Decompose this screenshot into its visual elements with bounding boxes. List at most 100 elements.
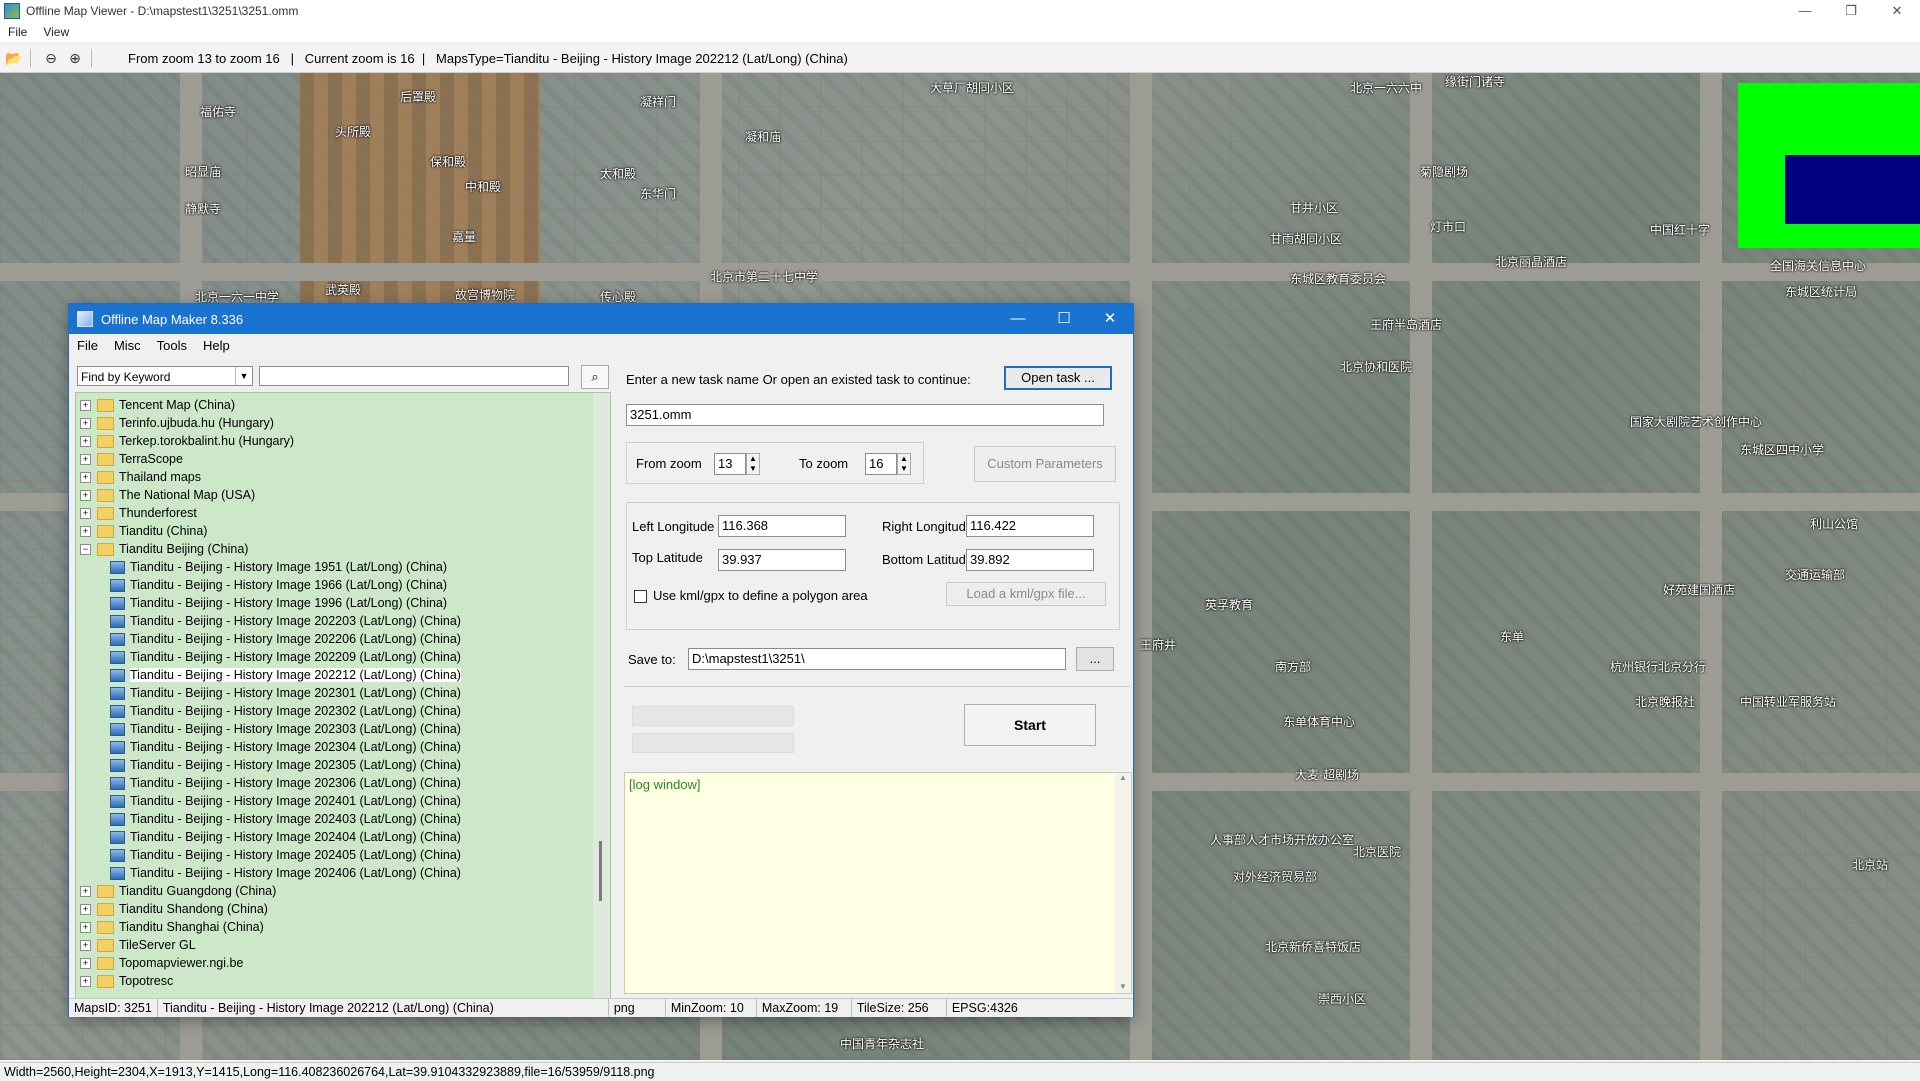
left-longitude-input[interactable]: 116.368 — [718, 515, 846, 537]
tree-map-item[interactable]: Tianditu - Beijing - History Image 20240… — [76, 828, 461, 846]
tree-folder-item[interactable]: + Tianditu Shanghai (China) — [76, 918, 264, 936]
maker-menu-misc[interactable]: Misc — [106, 338, 149, 353]
tree-map-item[interactable]: Tianditu - Beijing - History Image 20240… — [76, 792, 461, 810]
maker-close-button[interactable]: ✕ — [1087, 304, 1133, 334]
expand-icon[interactable]: + — [80, 508, 91, 520]
tree-folder-item[interactable]: + The National Map (USA) — [76, 486, 255, 504]
from-zoom-input[interactable]: 13 — [714, 453, 746, 475]
tree-map-item[interactable]: Tianditu - Beijing - History Image 20230… — [76, 684, 461, 702]
maker-menu-file[interactable]: File — [69, 338, 106, 353]
tree-map-item[interactable]: Tianditu - Beijing - History Image 20230… — [76, 720, 461, 738]
tree-folder-item[interactable]: + Thailand maps — [76, 468, 201, 486]
right-longitude-input[interactable]: 116.422 — [966, 515, 1094, 537]
zoom-in-icon[interactable]: ⊕ — [65, 48, 85, 68]
map-layer-icon — [110, 705, 125, 719]
tree-scrollbar[interactable] — [593, 393, 610, 999]
search-icon[interactable]: ⌕ — [581, 365, 609, 389]
tree-map-item[interactable]: Tianditu - Beijing - History Image 20230… — [76, 702, 461, 720]
load-kml-button[interactable]: Load a kml/gpx file... — [946, 582, 1106, 606]
maximize-button[interactable]: ❐ — [1828, 0, 1874, 22]
custom-parameters-button[interactable]: Custom Parameters — [974, 446, 1116, 482]
tree-folder-item[interactable]: + Topotresc — [76, 972, 173, 990]
tree-map-item[interactable]: Tianditu - Beijing - History Image 20240… — [76, 810, 461, 828]
log-scrollbar[interactable]: ▲ ▼ — [1115, 773, 1131, 993]
save-path-input[interactable]: D:\mapstest1\3251\ — [688, 648, 1066, 670]
task-name-input[interactable]: 3251.omm — [626, 404, 1104, 426]
tree-folder-item[interactable]: + Topomapviewer.ngi.be — [76, 954, 243, 972]
bottom-latitude-input[interactable]: 39.892 — [966, 549, 1094, 571]
maker-maximize-button[interactable]: ☐ — [1041, 304, 1087, 334]
save-to-label: Save to: — [628, 652, 676, 667]
map-label: 头所殿 — [335, 125, 372, 139]
open-task-button[interactable]: Open task ... — [1004, 366, 1112, 390]
collapse-icon[interactable]: − — [80, 544, 91, 556]
tree-folder-item[interactable]: + Tianditu (China) — [76, 522, 207, 540]
tree-map-item[interactable]: Tianditu - Beijing - History Image 20220… — [76, 630, 461, 648]
open-folder-icon[interactable]: 📂 — [4, 48, 24, 68]
map-label: 全国海关信息中心 — [1770, 259, 1867, 273]
top-latitude-input[interactable]: 39.937 — [718, 549, 846, 571]
tree-folder-item[interactable]: + Tencent Map (China) — [76, 396, 235, 414]
keyword-search-input[interactable] — [259, 366, 569, 386]
maker-menu-help[interactable]: Help — [195, 338, 238, 353]
log-window[interactable]: [log window] ▲ ▼ — [624, 772, 1132, 994]
tree-map-item[interactable]: Tianditu - Beijing - History Image 1996 … — [76, 594, 447, 612]
toolbar-separator — [30, 49, 31, 67]
to-zoom-input[interactable]: 16 — [865, 453, 897, 475]
expand-icon[interactable]: + — [80, 904, 91, 916]
expand-icon[interactable]: + — [80, 436, 91, 448]
to-zoom-stepper[interactable]: ▲ ▼ — [897, 453, 911, 475]
expand-icon[interactable]: + — [80, 454, 91, 466]
map-label: 大麦·超剧场 — [1295, 768, 1359, 782]
close-button[interactable]: ✕ — [1874, 0, 1920, 22]
tree-map-item[interactable]: Tianditu - Beijing - History Image 20220… — [76, 612, 461, 630]
expand-icon[interactable]: + — [80, 940, 91, 952]
menu-view[interactable]: View — [35, 25, 77, 39]
expand-icon[interactable]: + — [80, 976, 91, 988]
expand-icon[interactable]: + — [80, 400, 91, 412]
tree-folder-item[interactable]: − Tianditu Beijing (China) — [76, 540, 248, 558]
minimize-button[interactable]: — — [1782, 0, 1828, 22]
expand-icon[interactable]: + — [80, 922, 91, 934]
tree-map-item[interactable]: Tianditu - Beijing - History Image 20230… — [76, 774, 461, 792]
find-mode-select[interactable]: Find by Keyword ▼ — [77, 366, 253, 386]
from-zoom-label: From zoom — [636, 456, 702, 471]
expand-icon[interactable]: + — [80, 886, 91, 898]
zoom-out-icon[interactable]: ⊖ — [41, 48, 61, 68]
tree-map-item[interactable]: Tianditu - Beijing - History Image 20220… — [76, 648, 461, 666]
expand-icon[interactable]: + — [80, 490, 91, 502]
map-label: 北京市第二十七中学 — [710, 270, 819, 284]
maker-title-bar: Offline Map Maker 8.336 — ☐ ✕ — [69, 304, 1133, 334]
browse-button[interactable]: ... — [1076, 647, 1114, 671]
maker-menu-tools[interactable]: Tools — [149, 338, 195, 353]
tree-map-item[interactable]: Tianditu - Beijing - History Image 20240… — [76, 864, 461, 882]
chevron-down-icon[interactable]: ▼ — [235, 367, 252, 385]
from-zoom-stepper[interactable]: ▲ ▼ — [746, 453, 760, 475]
expand-icon[interactable]: + — [80, 472, 91, 484]
tree-folder-item[interactable]: + TerraScope — [76, 450, 183, 468]
tree-folder-item[interactable]: + Thunderforest — [76, 504, 197, 522]
tree-map-item[interactable]: Tianditu - Beijing - History Image 20221… — [76, 666, 461, 684]
tree-map-item[interactable]: Tianditu - Beijing - History Image 1966 … — [76, 576, 447, 594]
tree-folder-item[interactable]: + TileServer GL — [76, 936, 196, 954]
expand-icon[interactable]: + — [80, 526, 91, 538]
start-button[interactable]: Start — [964, 704, 1096, 746]
viewer-title-bar: Offline Map Viewer - D:\mapstest1\3251\3… — [0, 0, 1920, 22]
map-source-tree[interactable]: + Tencent Map (China) + Terinfo.ujbuda.hu (… — [75, 392, 611, 1000]
tree-folder-item[interactable]: + Terkep.torokbalint.hu (Hungary) — [76, 432, 294, 450]
expand-icon[interactable]: + — [80, 418, 91, 430]
expand-icon[interactable]: + — [80, 958, 91, 970]
tree-folder-item[interactable]: + Terinfo.ujbuda.hu (Hungary) — [76, 414, 274, 432]
kml-checkbox[interactable] — [634, 590, 647, 603]
menu-file[interactable]: File — [0, 25, 35, 39]
tree-map-item[interactable]: Tianditu - Beijing - History Image 20240… — [76, 846, 461, 864]
tree-map-item[interactable]: Tianditu - Beijing - History Image 1951 … — [76, 558, 447, 576]
map-label: 甘井小区 — [1290, 201, 1339, 215]
progress-bar-total — [632, 706, 794, 726]
tree-map-item[interactable]: Tianditu - Beijing - History Image 20230… — [76, 738, 461, 756]
maker-minimize-button[interactable]: — — [995, 304, 1041, 334]
tree-scrollbar-thumb[interactable] — [599, 841, 602, 901]
tree-map-item[interactable]: Tianditu - Beijing - History Image 20230… — [76, 756, 461, 774]
tree-folder-item[interactable]: + Tianditu Guangdong (China) — [76, 882, 276, 900]
tree-folder-item[interactable]: + Tianditu Shandong (China) — [76, 900, 268, 918]
